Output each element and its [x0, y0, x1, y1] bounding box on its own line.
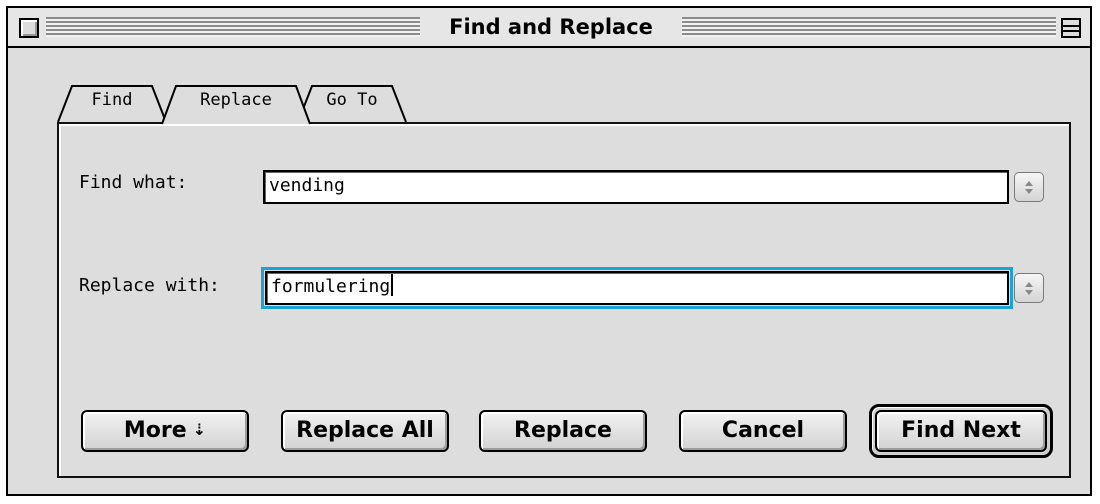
more-arrows-icon: ⇣	[192, 420, 207, 439]
replace-with-input[interactable]: formulering	[261, 267, 1013, 309]
tab-goto[interactable]: Go To	[297, 84, 407, 123]
title-bar[interactable]: Find and Replace	[8, 8, 1090, 48]
replace-with-label: Replace with:	[79, 275, 220, 296]
find-what-label: Find what:	[79, 172, 188, 193]
more-button-label: More	[123, 418, 187, 443]
find-what-input[interactable]: vending	[263, 170, 1009, 204]
stepper-up-icon	[1025, 282, 1033, 287]
replace-button[interactable]: Replace	[479, 410, 647, 452]
replace-with-value: formulering	[271, 276, 391, 297]
stepper-down-icon	[1025, 189, 1033, 194]
tab-find-label: Find	[91, 90, 133, 110]
stepper-down-icon	[1025, 290, 1033, 295]
more-button[interactable]: More ⇣	[81, 410, 249, 452]
tab-replace-label: Replace	[200, 90, 272, 110]
text-caret	[391, 274, 394, 296]
replace-panel: Find what: vending Replace with: formule…	[57, 122, 1071, 478]
title-bar-stripes-right	[682, 17, 1056, 37]
stepper-up-icon	[1025, 181, 1033, 186]
find-history-stepper[interactable]	[1014, 172, 1044, 202]
tab-find[interactable]: Find	[57, 84, 167, 123]
windowshade-icon[interactable]	[1061, 18, 1081, 38]
cancel-button[interactable]: Cancel	[679, 410, 847, 452]
find-what-value: vending	[269, 175, 345, 196]
title-bar-stripes-left	[46, 17, 420, 37]
replace-history-stepper[interactable]	[1014, 273, 1044, 303]
window-title: Find and Replace	[420, 8, 682, 46]
find-replace-window: Find and Replace Find Go To Replace Find…	[6, 6, 1092, 496]
replace-all-button[interactable]: Replace All	[281, 410, 449, 452]
tab-replace[interactable]: Replace	[161, 84, 311, 125]
close-box-icon[interactable]	[19, 18, 39, 38]
tab-goto-label: Go To	[326, 90, 378, 110]
find-next-button[interactable]: Find Next	[875, 410, 1047, 452]
